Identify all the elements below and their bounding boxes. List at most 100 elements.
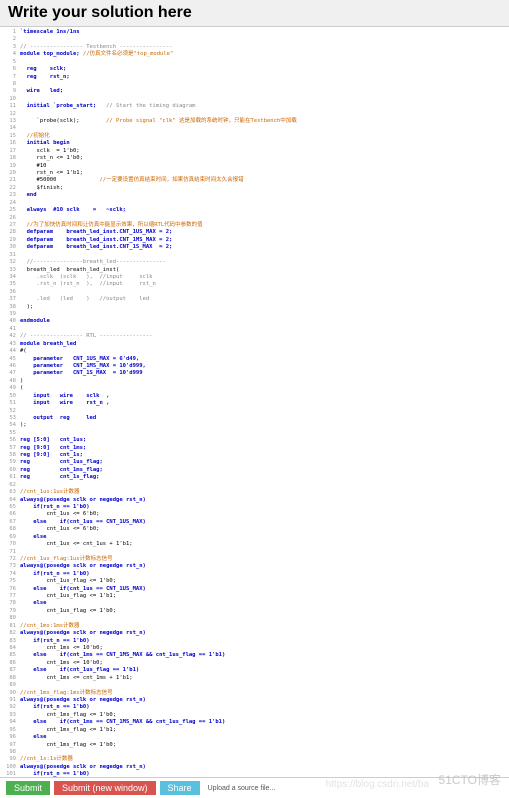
code-line[interactable]: 35 .rst_n (rst_n ), //input rst_n <box>0 281 509 288</box>
code-line[interactable]: 74 if(rst_n == 1'b0) <box>0 571 509 578</box>
code-line[interactable]: 89 <box>0 682 509 689</box>
code-line[interactable]: 86 cnt_1ms <= 10'b0; <box>0 660 509 667</box>
code-line[interactable]: 49( <box>0 385 509 392</box>
code-line[interactable]: 19 #10 <box>0 163 509 170</box>
code-line[interactable]: 22 $finish; <box>0 185 509 192</box>
code-line[interactable]: 11 initial `probe_start; // Start the ti… <box>0 103 509 110</box>
code-line[interactable]: 8 <box>0 81 509 88</box>
code-line[interactable]: 68 cnt_1us <= 6'b0; <box>0 526 509 533</box>
code-line[interactable]: 77 cnt_1us_flag <= 1'b1; <box>0 593 509 600</box>
code-line[interactable]: 39 <box>0 311 509 318</box>
code-line[interactable]: 1`timescale 1ns/1ns <box>0 29 509 36</box>
code-line[interactable]: 16 initial begin <box>0 140 509 147</box>
code-line[interactable]: 83 if(rst_n == 1'b0) <box>0 638 509 645</box>
code-line[interactable]: 42// ---------------- RTL --------------… <box>0 333 509 340</box>
code-line[interactable]: 76 else if(cnt_1us == CNT_1US_MAX) <box>0 586 509 593</box>
code-line[interactable]: 9 wire led; <box>0 88 509 95</box>
code-line[interactable]: 36 <box>0 289 509 296</box>
code-line[interactable]: 15 //初始化 <box>0 133 509 140</box>
code-line[interactable]: 52 <box>0 408 509 415</box>
code-line[interactable]: 90//cnt_1ms_flag:1ms计数标志信号 <box>0 690 509 697</box>
code-line[interactable]: 2 <box>0 36 509 43</box>
code-line[interactable]: 65 if(rst_n == 1'b0) <box>0 504 509 511</box>
code-line[interactable]: 27 //为了加快仿真时间和让仿真中能显示效果，所以缩RTL代码中参数的值 <box>0 222 509 229</box>
code-line[interactable]: 28 defparam breath_led_inst.CNT_1US_MAX … <box>0 229 509 236</box>
code-line[interactable]: 66 cnt_1us <= 6'b0; <box>0 511 509 518</box>
code-line[interactable]: 100always@(posedge sclk or negedge rst_n… <box>0 764 509 771</box>
code-line[interactable]: 81//cnt_1ms:1ms计数器 <box>0 623 509 630</box>
code-line[interactable]: 33 breath_led breath_led_inst( <box>0 267 509 274</box>
code-line[interactable]: 34 .sclk (sclk ), //input sclk <box>0 274 509 281</box>
code-line[interactable]: 97 cnt_1ms_flag <= 1'b0; <box>0 742 509 749</box>
code-line[interactable]: 18 rst_n <= 1'b0; <box>0 155 509 162</box>
code-line[interactable]: 50 input wire sclk , <box>0 393 509 400</box>
code-line[interactable]: 69 else <box>0 534 509 541</box>
code-line[interactable]: 41 <box>0 326 509 333</box>
code-line[interactable]: 54); <box>0 422 509 429</box>
code-line[interactable]: 37 .led (led ) //output led <box>0 296 509 303</box>
code-line[interactable]: 21 #50000 //一定要设置仿真结束时间，如果仿真结束时间太久会报错 <box>0 177 509 184</box>
code-line[interactable]: 57reg [9:0] cnt_1ms; <box>0 445 509 452</box>
code-line[interactable]: 92 if(rst_n == 1'b0) <box>0 704 509 711</box>
code-line[interactable]: 48) <box>0 378 509 385</box>
code-line[interactable]: 24 <box>0 200 509 207</box>
submit-button[interactable]: Submit <box>6 781 50 795</box>
code-line[interactable]: 43module breath_led <box>0 341 509 348</box>
code-line[interactable]: 29 defparam breath_led_inst.CNT_1MS_MAX … <box>0 237 509 244</box>
upload-link[interactable]: Upload a source file... <box>208 785 276 792</box>
code-line[interactable]: 32 //---------------breath_led----------… <box>0 259 509 266</box>
code-line[interactable]: 4module top_module; //仿真文件名必须是"top_modul… <box>0 51 509 58</box>
code-line[interactable]: 88 cnt_1ms <= cnt_1ms + 1'b1; <box>0 675 509 682</box>
code-line[interactable]: 72//cnt_1us_flag:1us计数标志信号 <box>0 556 509 563</box>
code-line[interactable]: 40endmodule <box>0 318 509 325</box>
code-line[interactable]: 14 <box>0 125 509 132</box>
code-line[interactable]: 53 output reg led <box>0 415 509 422</box>
code-line[interactable]: 23 end <box>0 192 509 199</box>
code-line[interactable]: 61reg cnt_1s_flag; <box>0 474 509 481</box>
code-line[interactable]: 79 cnt_1us_flag <= 1'b0; <box>0 608 509 615</box>
code-line[interactable]: 55 <box>0 430 509 437</box>
code-line[interactable]: 64always@(posedge sclk or negedge rst_n) <box>0 497 509 504</box>
code-line[interactable]: 93 cnt_1ms_flag <= 1'b0; <box>0 712 509 719</box>
code-line[interactable]: 60reg cnt_1ms_flag; <box>0 467 509 474</box>
share-button[interactable]: Share <box>160 781 200 795</box>
code-line[interactable]: 99//cnt_1s:1s计数器 <box>0 756 509 763</box>
code-line[interactable]: 5 <box>0 59 509 66</box>
code-line[interactable]: 96 else <box>0 734 509 741</box>
code-line[interactable]: 51 input wire rst_n , <box>0 400 509 407</box>
code-line[interactable]: 13 `probe(sclk); // Probe signal "clk" 这… <box>0 118 509 125</box>
code-line[interactable]: 84 cnt_1ms <= 10'b0; <box>0 645 509 652</box>
code-line[interactable]: 56reg [5:0] cnt_1us; <box>0 437 509 444</box>
code-line[interactable]: 87 else if(cnt_1us_flag == 1'b1) <box>0 667 509 674</box>
code-line[interactable]: 47 parameter CNT_1S_MAX = 10'd999 <box>0 370 509 377</box>
code-line[interactable]: 6 reg sclk; <box>0 66 509 73</box>
code-line[interactable]: 59reg cnt_1us_flag; <box>0 459 509 466</box>
code-line[interactable]: 85 else if(cnt_1ms == CNT_1MS_MAX && cnt… <box>0 652 509 659</box>
code-line[interactable]: 26 <box>0 215 509 222</box>
code-line[interactable]: 10 <box>0 96 509 103</box>
code-line[interactable]: 46 parameter CNT_1MS_MAX = 10'd999, <box>0 363 509 370</box>
code-line[interactable]: 25 always #10 sclk = ~sclk; <box>0 207 509 214</box>
code-line[interactable]: 98 <box>0 749 509 756</box>
code-line[interactable]: 38 ); <box>0 304 509 311</box>
code-line[interactable]: 78 else <box>0 600 509 607</box>
code-line[interactable]: 95 cnt_1ms_flag <= 1'b1; <box>0 727 509 734</box>
code-line[interactable]: 63//cnt_1us:1us计数器 <box>0 489 509 496</box>
code-line[interactable]: 12 <box>0 111 509 118</box>
code-line[interactable]: 67 else if(cnt_1us == CNT_1US_MAX) <box>0 519 509 526</box>
code-line[interactable]: 30 defparam breath_led_inst.CNT_1S_MAX =… <box>0 244 509 251</box>
submit-new-window-button[interactable]: Submit (new window) <box>54 781 156 795</box>
code-line[interactable]: 82always@(posedge sclk or negedge rst_n) <box>0 630 509 637</box>
code-line[interactable]: 91always@(posedge sclk or negedge rst_n) <box>0 697 509 704</box>
code-line[interactable]: 58reg [9:0] cnt_1s; <box>0 452 509 459</box>
code-line[interactable]: 7 reg rst_n; <box>0 74 509 81</box>
code-line[interactable]: 31 <box>0 252 509 259</box>
code-line[interactable]: 80 <box>0 615 509 622</box>
code-line[interactable]: 45 parameter CNT_1US_MAX = 6'd49, <box>0 356 509 363</box>
code-line[interactable]: 71 <box>0 549 509 556</box>
code-editor[interactable]: 1`timescale 1ns/1ns23// ----------------… <box>0 27 509 779</box>
code-line[interactable]: 17 sclk = 1'b0; <box>0 148 509 155</box>
code-line[interactable]: 44#( <box>0 348 509 355</box>
code-line[interactable]: 94 else if(cnt_1ms == CNT_1MS_MAX && cnt… <box>0 719 509 726</box>
code-line[interactable]: 73always@(posedge sclk or negedge rst_n) <box>0 563 509 570</box>
